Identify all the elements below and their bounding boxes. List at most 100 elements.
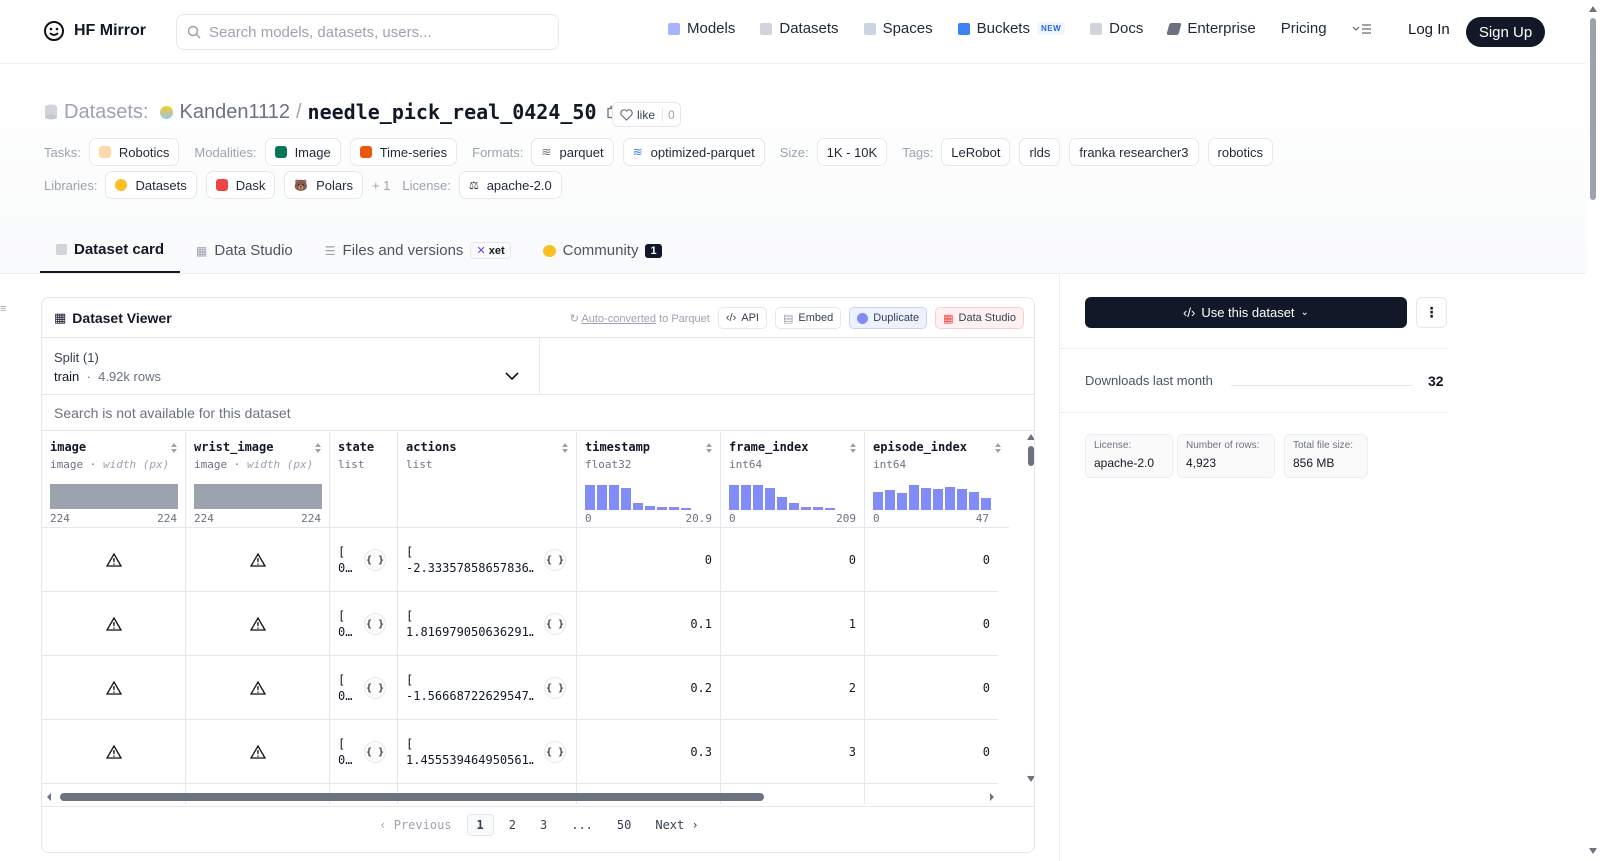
page-3-button[interactable]: 3: [531, 815, 556, 835]
histogram-bar[interactable]: [741, 485, 751, 510]
brand-logo[interactable]: HF Mirror: [42, 19, 146, 43]
histogram-bar[interactable]: [825, 508, 835, 510]
cell-frame-index[interactable]: 2: [721, 656, 865, 720]
cell-timestamp[interactable]: 0.1: [577, 592, 721, 656]
expand-json-icon[interactable]: { }: [544, 741, 566, 763]
histogram-bar[interactable]: [885, 490, 895, 510]
histogram-bar[interactable]: [609, 485, 619, 510]
sort-icon[interactable]: [995, 442, 1001, 454]
chevron-down-icon[interactable]: [505, 372, 519, 380]
cell-wrist-image[interactable]: [186, 656, 330, 720]
page-scrollbar[interactable]: [1586, 0, 1600, 861]
format-chip-optimized-parquet[interactable]: ≋ optimized-parquet: [622, 138, 765, 166]
episode-index-histogram[interactable]: [873, 484, 991, 510]
histogram-bar[interactable]: [681, 508, 691, 510]
tab-dataset-card[interactable]: Dataset card: [40, 228, 181, 273]
column-header-actions[interactable]: actions list: [398, 432, 577, 528]
tag-chip-robotics[interactable]: robotics: [1207, 138, 1274, 166]
horizontal-scrollbar[interactable]: [42, 789, 1035, 805]
sort-icon[interactable]: [850, 442, 856, 454]
cell-episode-index[interactable]: 0: [865, 528, 998, 592]
expand-json-icon[interactable]: { }: [544, 613, 566, 635]
nav-more-menu[interactable]: [1352, 23, 1372, 35]
histogram-bar[interactable]: [789, 503, 799, 510]
histogram-bar[interactable]: [585, 485, 595, 510]
cell-wrist-image[interactable]: [186, 528, 330, 592]
license-chip[interactable]: ⚖ apache-2.0: [458, 171, 562, 199]
tag-chip-franka[interactable]: franka researcher3: [1069, 138, 1199, 166]
signup-button[interactable]: Sign Up: [1466, 17, 1545, 47]
embed-button[interactable]: ▤ Embed: [774, 307, 842, 329]
cell-actions[interactable]: [ -1.56668722629547… { }: [398, 656, 577, 720]
tab-files-versions[interactable]: ☰ Files and versions ✕ xet: [309, 228, 527, 273]
cell-actions[interactable]: [ -2.33357858657836… { }: [398, 528, 577, 592]
histogram-bar[interactable]: [597, 485, 607, 510]
data-studio-button[interactable]: ▦ Data Studio: [935, 307, 1024, 329]
expand-json-icon[interactable]: { }: [364, 549, 386, 571]
histogram-bar[interactable]: [633, 503, 643, 510]
library-chip-polars[interactable]: 🐻 Polars: [284, 171, 363, 199]
column-header-wrist-image[interactable]: wrist_image image · width (px) 224 224: [186, 432, 330, 528]
api-button[interactable]: ‹/› API: [717, 307, 767, 329]
vertical-scrollbar[interactable]: [1026, 432, 1035, 786]
histogram-bar[interactable]: [669, 507, 679, 510]
cell-image[interactable]: [42, 592, 186, 656]
histogram-bar[interactable]: [645, 506, 655, 510]
histogram-bar[interactable]: [933, 489, 943, 510]
histogram-bar[interactable]: [753, 485, 763, 510]
cell-actions[interactable]: [ 1.455539464950561… { }: [398, 720, 577, 784]
duplicate-button[interactable]: Duplicate: [849, 307, 928, 329]
cell-wrist-image[interactable]: [186, 592, 330, 656]
toc-toggle-icon[interactable]: ≡: [0, 303, 6, 315]
cell-frame-index[interactable]: 3: [721, 720, 865, 784]
expand-json-icon[interactable]: { }: [364, 677, 386, 699]
more-options-button[interactable]: ⋮: [1416, 297, 1447, 328]
cell-frame-index[interactable]: 1: [721, 592, 865, 656]
sort-icon[interactable]: [706, 442, 712, 454]
auto-converted-link[interactable]: Auto-converted: [581, 313, 656, 325]
format-chip-parquet[interactable]: ≋ parquet: [531, 138, 614, 166]
tag-chip-lerobot[interactable]: LeRobot: [941, 138, 1011, 166]
histogram-bar[interactable]: [777, 497, 787, 510]
like-button[interactable]: like 0: [612, 102, 681, 127]
expand-json-icon[interactable]: { }: [364, 741, 386, 763]
use-dataset-button[interactable]: ‹/› Use this dataset ⌄: [1085, 297, 1407, 328]
column-header-timestamp[interactable]: timestamp float32 0 20.9: [577, 432, 721, 528]
histogram-bar[interactable]: [957, 489, 967, 510]
timestamp-histogram[interactable]: [585, 484, 691, 510]
histogram-bar[interactable]: [945, 487, 955, 510]
histogram-bar[interactable]: [621, 488, 631, 510]
histogram-bar[interactable]: [873, 492, 883, 510]
login-link[interactable]: Log In: [1408, 21, 1450, 38]
column-header-state[interactable]: state list: [330, 432, 398, 528]
tag-chip-rlds[interactable]: rlds: [1019, 138, 1061, 166]
size-chip[interactable]: 1K - 10K: [816, 138, 888, 166]
cell-state[interactable]: [ 0… { }: [330, 592, 398, 656]
cell-state[interactable]: [ 0… { }: [330, 720, 398, 784]
page-50-button[interactable]: 50: [608, 815, 640, 835]
cell-wrist-image[interactable]: [186, 720, 330, 784]
cell-episode-index[interactable]: 0: [865, 592, 998, 656]
sort-icon[interactable]: [171, 442, 177, 454]
cell-state[interactable]: [ 0… { }: [330, 656, 398, 720]
histogram-bar[interactable]: [921, 488, 931, 510]
modality-chip-image[interactable]: Image: [264, 138, 341, 166]
page-2-button[interactable]: 2: [500, 815, 525, 835]
cell-frame-index[interactable]: 0: [721, 528, 865, 592]
library-chip-dask[interactable]: Dask: [205, 171, 276, 199]
previous-page-button[interactable]: ‹ Previous: [370, 815, 460, 835]
histogram-bar[interactable]: [765, 488, 775, 510]
nav-buckets[interactable]: Buckets NEW: [957, 20, 1066, 37]
expand-json-icon[interactable]: { }: [364, 613, 386, 635]
nav-pricing[interactable]: Pricing: [1281, 20, 1327, 37]
cell-image[interactable]: [42, 656, 186, 720]
cell-timestamp[interactable]: 0.2: [577, 656, 721, 720]
frame-index-histogram[interactable]: [729, 484, 835, 510]
histogram-bar[interactable]: [969, 492, 979, 510]
owner-link[interactable]: Kanden1112: [179, 101, 289, 124]
sort-icon[interactable]: [562, 442, 568, 454]
histogram-bar[interactable]: [657, 507, 667, 510]
global-search[interactable]: [176, 14, 559, 50]
expand-json-icon[interactable]: { }: [544, 549, 566, 571]
libraries-more[interactable]: + 1: [372, 178, 390, 193]
